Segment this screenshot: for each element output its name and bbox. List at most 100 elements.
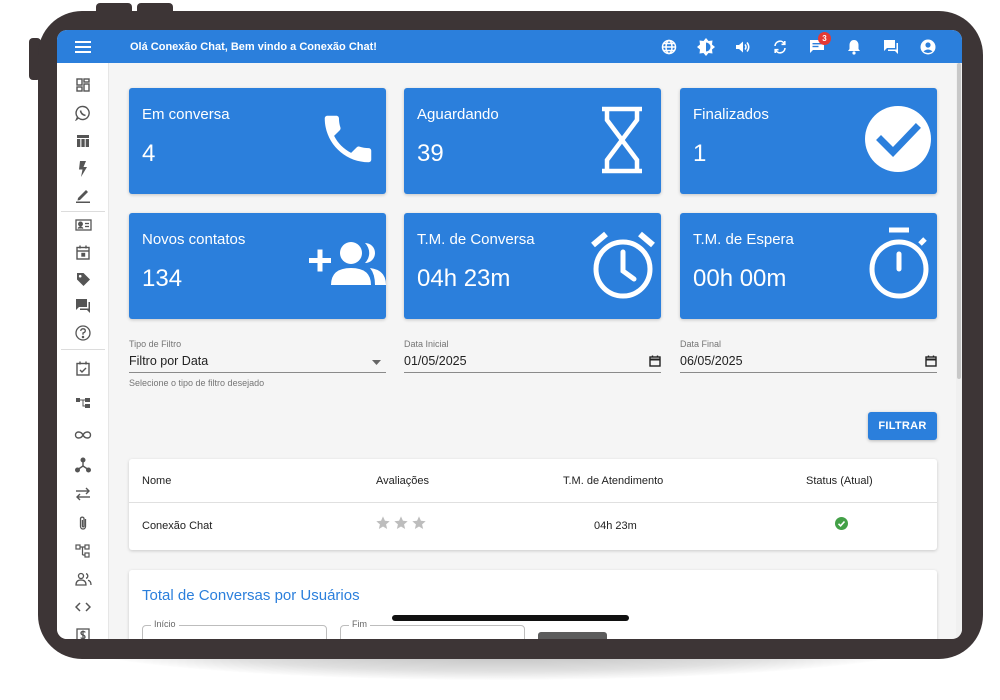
card-title: Aguardando	[417, 106, 499, 123]
sidebar-item-whatsapp[interactable]	[73, 103, 93, 123]
section-title: Total de Conversas por Usuários	[142, 587, 360, 604]
card-title: Novos contatos	[142, 231, 246, 248]
vertical-scrollbar[interactable]	[956, 63, 962, 639]
filter-chart-button[interactable]	[538, 632, 607, 639]
whatsapp-icon	[75, 105, 90, 121]
end-date-field[interactable]: Data Final 06/05/2025	[680, 339, 937, 373]
notification-badge: 3	[818, 31, 831, 45]
stat-card-avg-conversation: T.M. de Conversa 04h 23m	[404, 213, 661, 319]
help-circle-icon	[75, 325, 91, 341]
dropdown-arrow-icon	[372, 360, 381, 365]
notifications-button[interactable]	[842, 35, 866, 59]
attendants-table: Nome Avaliações T.M. de Atendimento Stat…	[129, 459, 937, 550]
filter-type-value: Filtro por Data	[129, 354, 209, 368]
brightness-icon	[697, 37, 715, 56]
sidebar	[57, 63, 109, 639]
sidebar-item-tasks[interactable]	[73, 358, 93, 378]
menu-button[interactable]	[57, 30, 109, 63]
app-screen: Olá Conexão Chat, Bem vindo a Conexão Ch…	[57, 30, 962, 639]
star-icon	[394, 516, 408, 529]
home-indicator	[392, 615, 629, 621]
table-icon	[77, 135, 89, 147]
messages-button[interactable]: 3	[805, 31, 831, 59]
timer-icon	[869, 227, 929, 299]
flow-icon	[76, 398, 90, 408]
forum-button[interactable]	[879, 35, 903, 59]
star-rating	[375, 515, 427, 531]
sidebar-item-users[interactable]	[73, 569, 93, 589]
star-icon	[376, 516, 390, 529]
language-button[interactable]	[657, 35, 681, 59]
start-date-input[interactable]: Início	[142, 619, 327, 639]
start-date-value: 01/05/2025	[404, 354, 467, 368]
account-tree-icon	[75, 544, 90, 558]
card-title: T.M. de Conversa	[417, 231, 535, 248]
calendar-icon[interactable]	[925, 355, 937, 367]
end-date-label: Data Final	[680, 339, 722, 349]
filter-type-hint: Selecione o tipo de filtro desejado	[129, 378, 265, 388]
status-online-icon	[835, 517, 848, 530]
money-icon	[76, 628, 90, 639]
check-circle-icon	[865, 106, 931, 172]
alarm-icon	[591, 231, 655, 299]
column-header-avg-time: T.M. de Atendimento	[563, 475, 664, 487]
end-date-input[interactable]: Fim	[340, 619, 525, 639]
infinity-icon	[74, 431, 92, 439]
account-button[interactable]	[916, 35, 940, 59]
hamburger-icon	[75, 40, 91, 53]
globe-icon	[661, 39, 677, 54]
scroll-thumb[interactable]	[957, 63, 961, 379]
event-available-icon	[76, 361, 90, 376]
hourglass-icon	[602, 106, 642, 174]
account-circle-icon	[920, 39, 936, 54]
sidebar-item-flow-builder[interactable]	[73, 455, 93, 475]
phone-icon	[324, 115, 372, 163]
sidebar-item-integrations[interactable]	[73, 425, 93, 445]
sidebar-item-transfers[interactable]	[73, 484, 93, 504]
end-label: Fim	[349, 619, 370, 629]
sidebar-divider	[61, 349, 105, 350]
sidebar-item-table[interactable]	[73, 131, 93, 151]
card-title: Finalizados	[693, 106, 769, 123]
sidebar-item-finance[interactable]	[73, 625, 93, 639]
sidebar-item-dashboard[interactable]	[73, 75, 93, 95]
sidebar-item-help[interactable]	[73, 323, 93, 343]
tag-icon	[76, 272, 90, 286]
sidebar-item-queues[interactable]	[73, 541, 93, 561]
filter-type-select[interactable]: Tipo de Filtro Filtro por Data Selecione…	[129, 339, 386, 388]
pencil-icon	[76, 190, 90, 203]
lightning-icon	[79, 161, 87, 177]
card-title: Em conversa	[142, 106, 230, 123]
sidebar-item-schedule[interactable]	[73, 242, 93, 262]
row-divider	[129, 502, 937, 503]
start-label: Início	[151, 619, 179, 629]
card-value: 04h 23m	[417, 265, 511, 292]
card-value: 1	[693, 140, 707, 167]
field-underline	[680, 372, 937, 373]
volume-button[interactable]	[731, 35, 755, 59]
sidebar-item-tags[interactable]	[73, 269, 93, 289]
calendar-icon[interactable]	[649, 355, 661, 367]
field-underline	[404, 372, 661, 373]
theme-toggle-button[interactable]	[694, 35, 718, 59]
sidebar-item-edit[interactable]	[73, 185, 93, 205]
refresh-button[interactable]	[768, 35, 792, 59]
sidebar-item-api[interactable]	[73, 597, 93, 617]
forum-icon	[76, 299, 90, 313]
sidebar-item-files[interactable]	[73, 513, 93, 533]
sidebar-divider	[61, 211, 105, 212]
start-date-label: Data Inicial	[404, 339, 449, 349]
sidebar-item-contacts[interactable]	[73, 215, 93, 235]
filter-type-label: Tipo de Filtro	[129, 339, 182, 349]
swap-icon	[76, 487, 90, 501]
table-row-time: 04h 23m	[594, 520, 637, 532]
start-date-field[interactable]: Data Inicial 01/05/2025	[404, 339, 661, 373]
filter-button[interactable]: FILTRAR	[868, 412, 937, 440]
sidebar-item-kanban[interactable]	[73, 393, 93, 413]
card-value: 4	[142, 140, 156, 167]
sidebar-item-chats[interactable]	[73, 296, 93, 316]
sidebar-item-quick-replies[interactable]	[73, 159, 93, 179]
card-value: 00h 00m	[693, 265, 787, 292]
conversations-by-user-section: Total de Conversas por Usuários Início F…	[129, 570, 937, 639]
add-users-icon	[309, 242, 386, 285]
